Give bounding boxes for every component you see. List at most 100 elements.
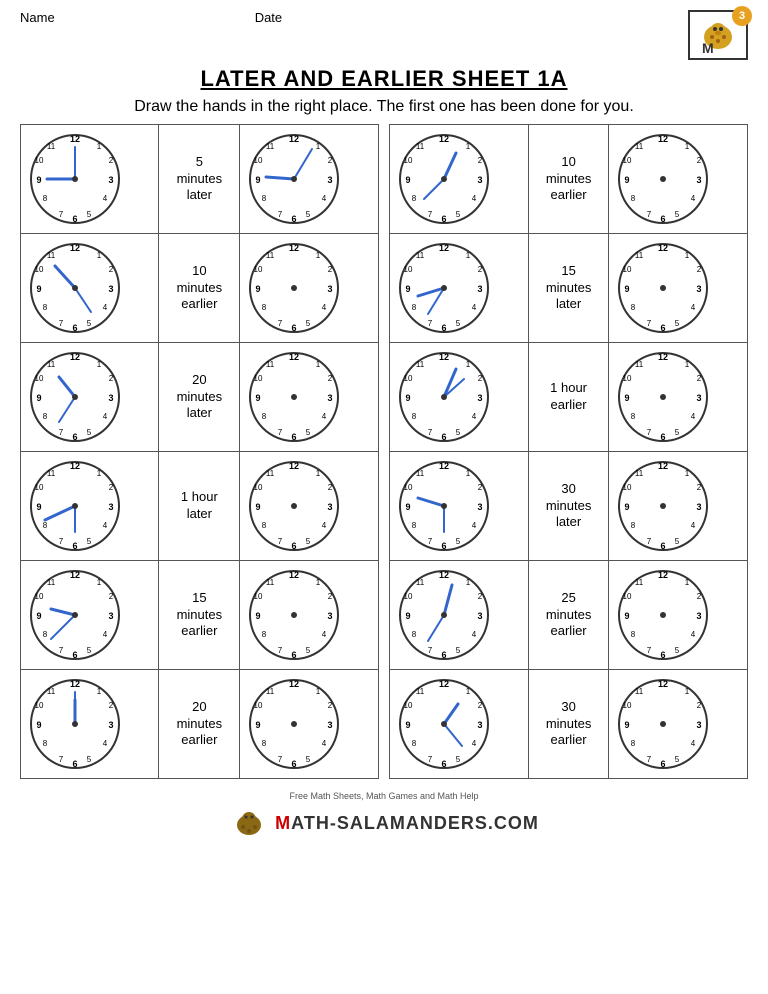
svg-text:M: M [702, 40, 714, 53]
svg-text:4: 4 [103, 412, 108, 421]
svg-text:12: 12 [439, 570, 449, 580]
svg-text:12: 12 [289, 352, 299, 362]
svg-text:9: 9 [36, 175, 41, 185]
svg-text:12: 12 [70, 679, 80, 689]
svg-text:1: 1 [97, 360, 102, 369]
svg-text:12: 12 [70, 570, 80, 580]
svg-text:2: 2 [478, 156, 483, 165]
svg-text:6: 6 [442, 323, 447, 333]
svg-text:2: 2 [328, 483, 333, 492]
svg-text:12: 12 [658, 679, 668, 689]
svg-text:12: 12 [289, 243, 299, 253]
clock-6b: 12 3 6 9 1 2 4 5 7 8 10 11 [244, 674, 344, 774]
svg-text:2: 2 [109, 592, 114, 601]
svg-text:3: 3 [697, 720, 702, 730]
svg-text:7: 7 [59, 210, 64, 219]
svg-text:9: 9 [625, 720, 630, 730]
svg-text:4: 4 [472, 412, 477, 421]
svg-text:7: 7 [428, 755, 433, 764]
svg-text:3: 3 [697, 284, 702, 294]
svg-text:9: 9 [625, 175, 630, 185]
svg-text:12: 12 [289, 461, 299, 471]
svg-text:3: 3 [328, 720, 333, 730]
svg-text:10: 10 [254, 701, 263, 710]
svg-text:8: 8 [262, 303, 267, 312]
footer-math-text: M [275, 813, 291, 833]
svg-text:6: 6 [72, 759, 77, 769]
clock-cell: 12 3 6 9 1 2 4 5 7 8 10 11 [390, 125, 528, 234]
table-row: 12 3 6 9 1 2 4 5 7 8 10 11 [21, 234, 748, 343]
svg-text:12: 12 [658, 461, 668, 471]
svg-text:3: 3 [108, 175, 113, 185]
clock-4c: 12 3 6 9 1 2 4 5 7 8 10 11 [394, 456, 494, 556]
svg-text:1: 1 [97, 142, 102, 151]
svg-text:11: 11 [47, 251, 56, 260]
svg-text:8: 8 [43, 630, 48, 639]
svg-text:8: 8 [412, 303, 417, 312]
svg-text:12: 12 [70, 134, 80, 144]
svg-text:3: 3 [697, 502, 702, 512]
clock-3b: 12 3 6 9 1 2 4 5 7 8 10 11 [244, 347, 344, 447]
svg-text:6: 6 [661, 759, 666, 769]
svg-text:8: 8 [262, 739, 267, 748]
svg-text:4: 4 [322, 521, 327, 530]
svg-text:9: 9 [406, 720, 411, 730]
svg-text:7: 7 [59, 646, 64, 655]
svg-text:6: 6 [72, 541, 77, 551]
svg-text:11: 11 [416, 360, 425, 369]
svg-text:4: 4 [472, 630, 477, 639]
svg-text:6: 6 [661, 541, 666, 551]
svg-text:9: 9 [406, 502, 411, 512]
svg-text:9: 9 [625, 502, 630, 512]
svg-text:5: 5 [87, 537, 92, 546]
svg-text:9: 9 [256, 175, 261, 185]
svg-text:9: 9 [256, 720, 261, 730]
svg-text:7: 7 [647, 646, 652, 655]
svg-text:12: 12 [439, 243, 449, 253]
svg-text:2: 2 [697, 265, 702, 274]
name-date: Name Date [20, 10, 282, 25]
svg-text:8: 8 [631, 412, 636, 421]
svg-text:10: 10 [35, 701, 44, 710]
svg-text:2: 2 [478, 701, 483, 710]
svg-text:4: 4 [103, 739, 108, 748]
svg-text:8: 8 [631, 521, 636, 530]
label-cell: 30minutesearlier [528, 670, 609, 779]
svg-text:5: 5 [456, 210, 461, 219]
svg-text:7: 7 [647, 210, 652, 219]
label-cell: 20minutesearlier [159, 670, 240, 779]
svg-text:4: 4 [103, 521, 108, 530]
clock-cell: 12 3 6 9 1 2 4 5 7 8 10 11 [21, 234, 159, 343]
svg-text:6: 6 [442, 759, 447, 769]
svg-text:11: 11 [416, 578, 425, 587]
label-cell: 15minuteslater [528, 234, 609, 343]
clock-cell: 12 3 6 9 1 2 4 5 7 8 10 11 [240, 234, 378, 343]
table-row: 12 3 6 9 1 2 4 5 7 8 10 11 [21, 561, 748, 670]
svg-text:12: 12 [70, 461, 80, 471]
svg-text:2: 2 [697, 701, 702, 710]
footer-tagline: Free Math Sheets, Math Games and Math He… [289, 791, 478, 801]
svg-text:10: 10 [35, 483, 44, 492]
svg-text:10: 10 [254, 156, 263, 165]
svg-text:5: 5 [87, 646, 92, 655]
table-row: 12 3 6 9 1 2 4 5 7 8 10 11 [21, 670, 748, 779]
svg-text:12: 12 [439, 134, 449, 144]
svg-text:2: 2 [109, 265, 114, 274]
svg-text:9: 9 [256, 611, 261, 621]
clock-2b: 12 3 6 9 1 2 4 5 7 8 10 11 [244, 238, 344, 338]
svg-text:10: 10 [404, 156, 413, 165]
svg-text:5: 5 [675, 428, 680, 437]
clock-cell: 12 3 6 9 1 2 4 5 7 8 10 11 [390, 561, 528, 670]
clock-cell: 12 3 6 9 1 2 4 5 7 8 10 11 [21, 561, 159, 670]
svg-text:7: 7 [278, 319, 283, 328]
svg-text:11: 11 [47, 469, 56, 478]
svg-text:11: 11 [635, 687, 644, 696]
table-row: 12 3 6 9 1 2 4 5 7 8 10 11 [21, 452, 748, 561]
page-title: LATER AND EARLIER SHEET 1A [20, 66, 748, 92]
clock-cell: 12 3 6 9 1 2 4 5 7 8 10 11 [390, 670, 528, 779]
clock-cell: 12 3 6 9 1 2 4 5 7 8 10 11 [21, 343, 159, 452]
clock-3c: 12 3 6 9 1 2 4 5 7 8 10 11 [394, 347, 494, 447]
svg-text:5: 5 [675, 537, 680, 546]
svg-text:12: 12 [658, 570, 668, 580]
svg-text:11: 11 [47, 142, 56, 151]
